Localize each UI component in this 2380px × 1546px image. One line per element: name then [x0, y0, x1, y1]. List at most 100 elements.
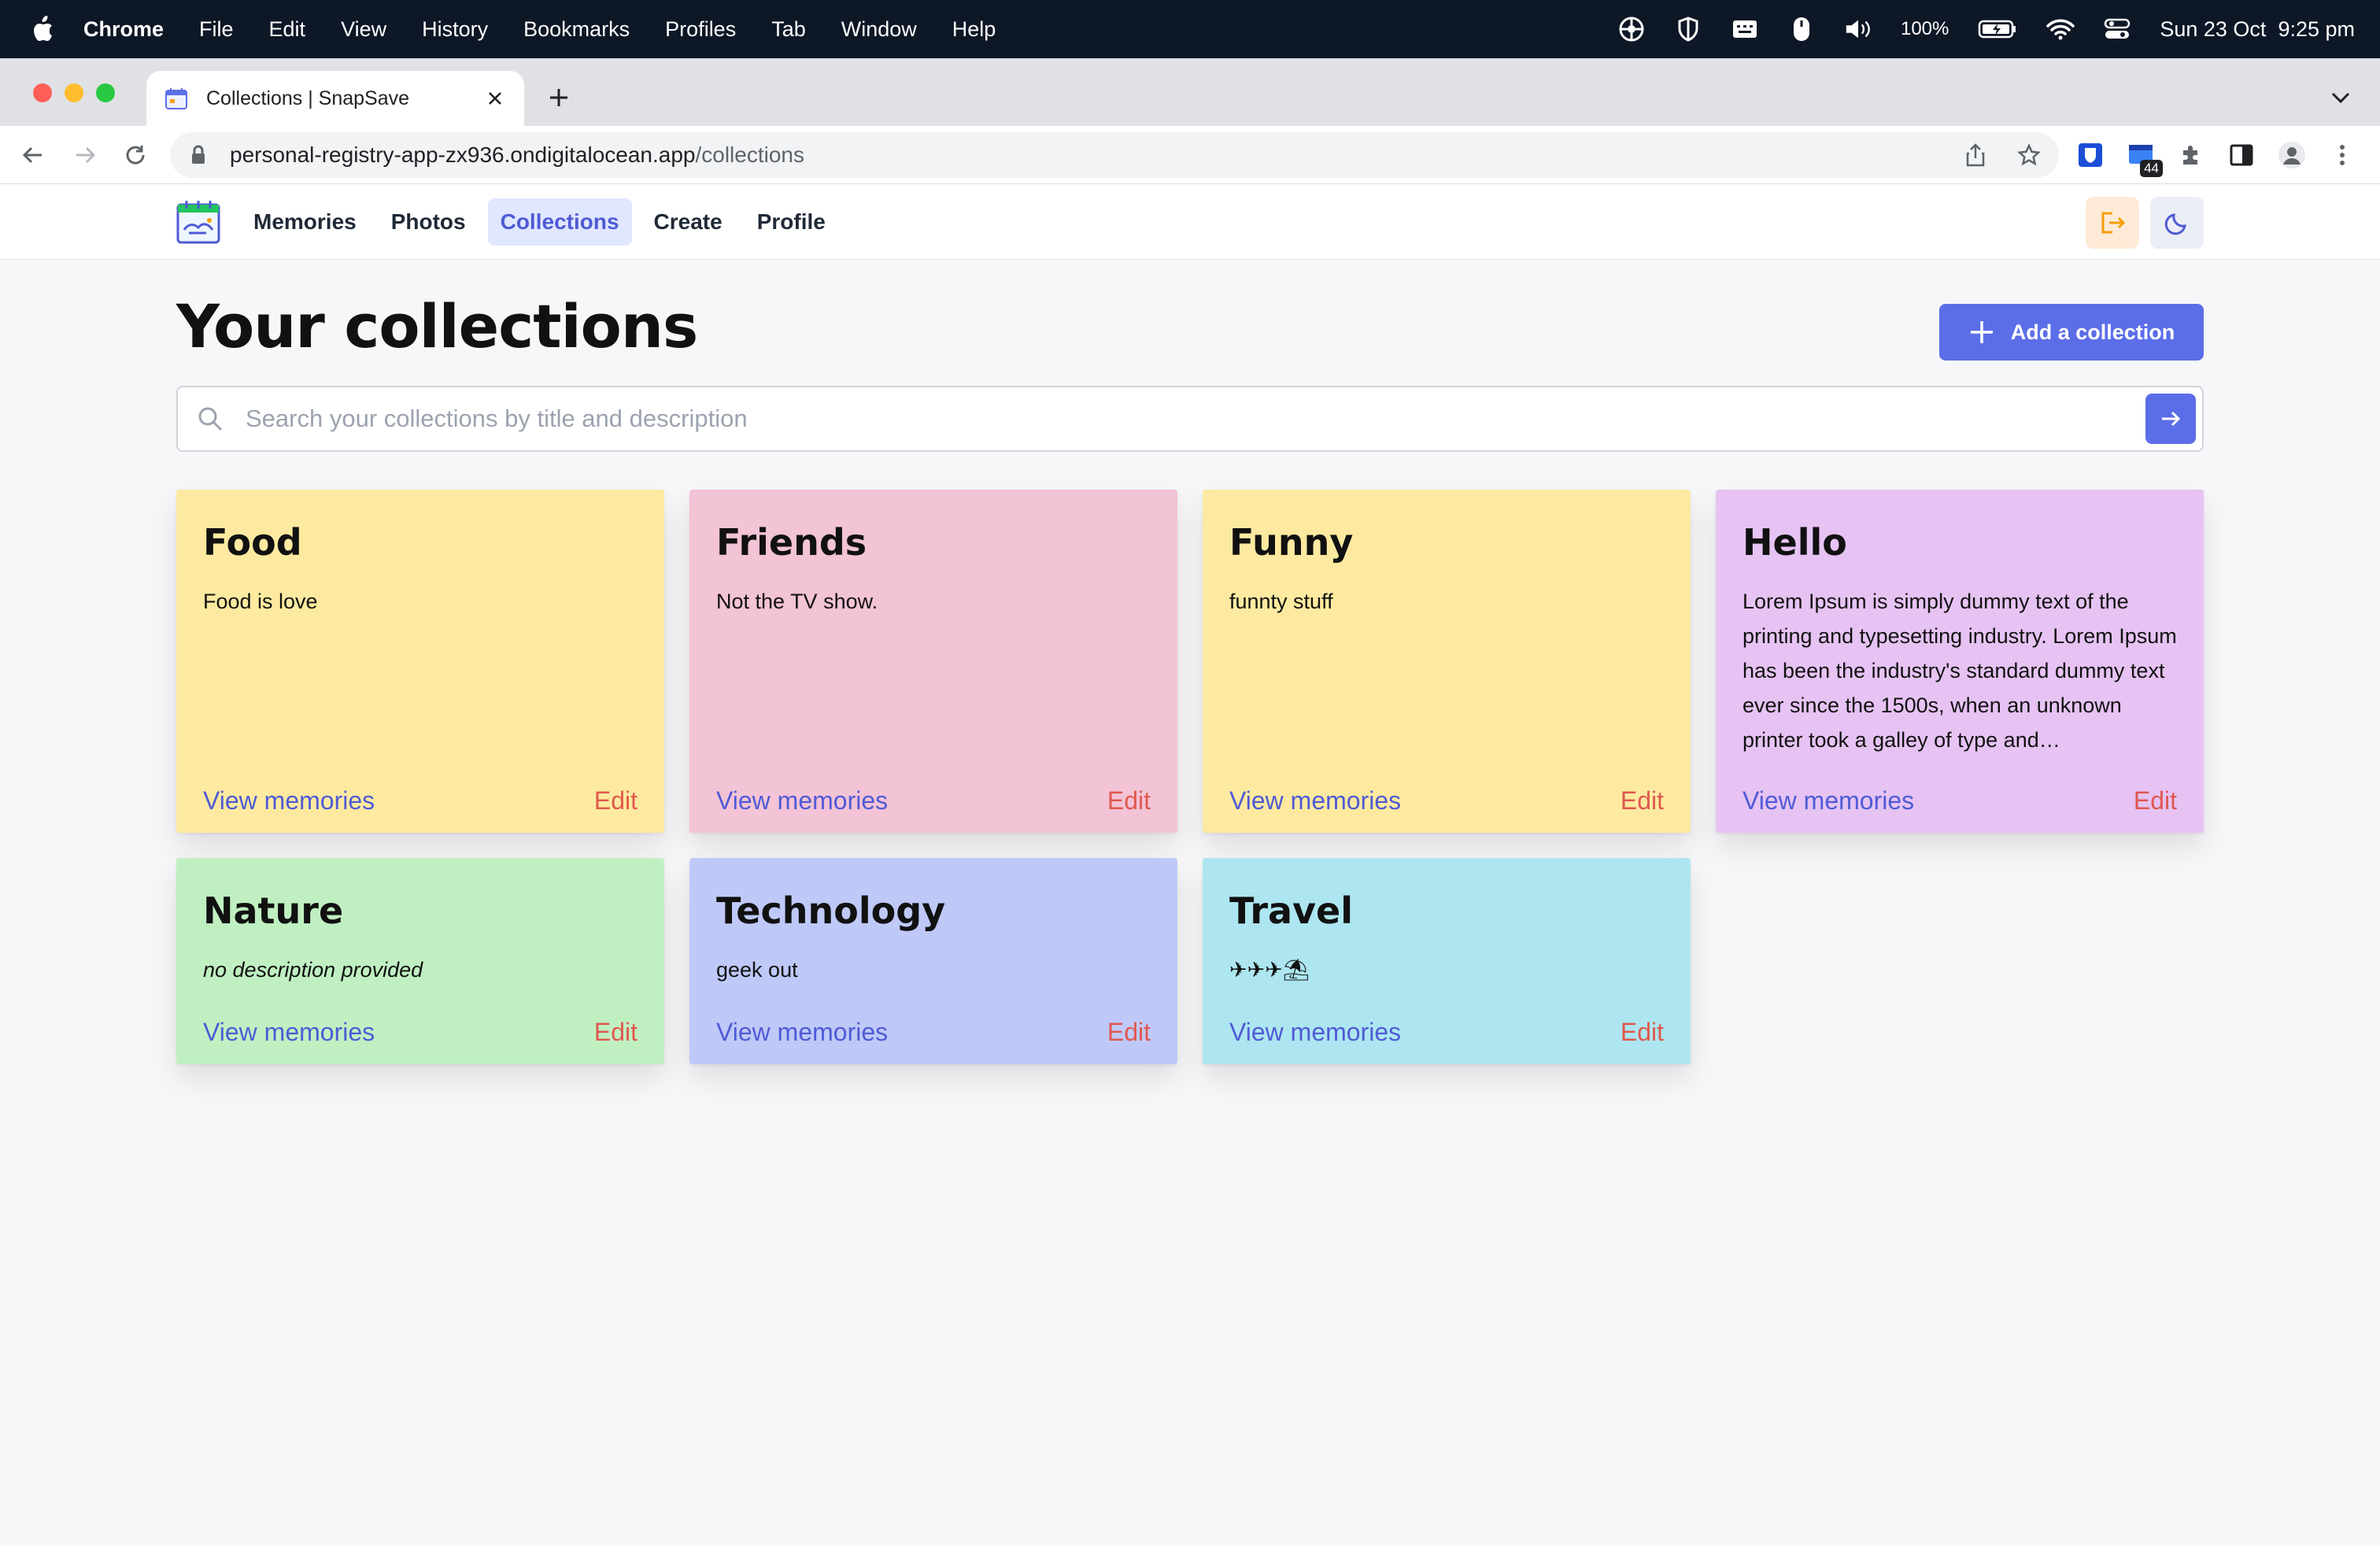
collection-description: geek out: [716, 958, 798, 982]
menu-window[interactable]: Window: [841, 17, 917, 42]
collection-card-friends: Friends Not the TV show. View memories E…: [689, 490, 1177, 833]
tab-search-chevron-icon[interactable]: [2325, 82, 2356, 113]
extension-bitwarden-icon[interactable]: [2073, 138, 2108, 172]
share-icon[interactable]: [1958, 138, 1993, 172]
collection-description: Food is love: [203, 590, 318, 613]
wifi-icon[interactable]: [2046, 15, 2075, 43]
moon-icon: [2164, 213, 2186, 235]
view-memories-link[interactable]: View memories: [716, 786, 888, 816]
mouse-icon[interactable]: [1787, 15, 1816, 43]
logout-icon: [2101, 212, 2126, 234]
nav-profile[interactable]: Profile: [745, 198, 838, 246]
shield-icon[interactable]: [1674, 15, 1702, 43]
add-collection-label: Add a collection: [2010, 320, 2175, 344]
menu-tab[interactable]: Tab: [771, 17, 806, 42]
edit-link[interactable]: Edit: [594, 1018, 638, 1047]
menu-edit[interactable]: Edit: [269, 17, 306, 42]
page-title: Your collections: [176, 291, 698, 361]
view-memories-link[interactable]: View memories: [1743, 786, 1914, 816]
nav-collections[interactable]: Collections: [487, 198, 632, 246]
view-memories-link[interactable]: View memories: [1229, 786, 1401, 816]
menu-file[interactable]: File: [199, 17, 234, 42]
search-icon: [197, 403, 228, 435]
menu-bookmarks[interactable]: Bookmarks: [523, 17, 630, 42]
edit-link[interactable]: Edit: [1107, 1018, 1151, 1047]
chrome-menu-kebab-icon[interactable]: [2325, 138, 2360, 172]
collections-search: [176, 386, 2204, 452]
battery-icon[interactable]: [1977, 15, 2018, 43]
tab-close-icon[interactable]: [483, 87, 507, 110]
lock-icon[interactable]: [190, 144, 213, 166]
collection-card-travel: Travel ✈✈✈⛱ View memories Edit: [1203, 858, 1691, 1064]
battery-percent: 100%: [1900, 18, 1949, 39]
macos-menubar: Chrome File Edit View History Bookmarks …: [0, 0, 2380, 58]
edit-link[interactable]: Edit: [1621, 1018, 1664, 1047]
window-minimize-button[interactable]: [65, 83, 83, 102]
collection-description: funnty stuff: [1229, 590, 1333, 613]
collection-description: Lorem Ipsum is simply dummy text of the …: [1743, 590, 2177, 752]
window-zoom-button[interactable]: [96, 83, 115, 102]
clock[interactable]: Sun 23 Oct 9:25 pm: [2160, 17, 2355, 42]
url-path: /collections: [695, 142, 804, 167]
window-close-button[interactable]: [33, 83, 52, 102]
collection-card-hello: Hello Lorem Ipsum is simply dummy text o…: [1716, 490, 2204, 833]
view-memories-link[interactable]: View memories: [1229, 1018, 1401, 1047]
extension-tab-counter-icon[interactable]: 44: [2123, 138, 2163, 177]
nav-create[interactable]: Create: [641, 198, 735, 246]
collection-description: no description provided: [203, 958, 423, 982]
bookmark-star-icon[interactable]: [2012, 138, 2046, 172]
volume-icon[interactable]: [1844, 15, 1872, 43]
search-submit-button[interactable]: [2145, 394, 2196, 444]
address-bar[interactable]: personal-registry-app-zx936.ondigitaloce…: [170, 132, 2059, 178]
arrow-right-icon: [2162, 411, 2181, 427]
snapsave-logo-icon[interactable]: [175, 198, 222, 246]
browser-toolbar: personal-registry-app-zx936.ondigitaloce…: [0, 126, 2380, 184]
plus-icon: [1970, 321, 1993, 343]
view-memories-link[interactable]: View memories: [716, 1018, 888, 1047]
tab-title: Collections | SnapSave: [206, 87, 410, 109]
edit-link[interactable]: Edit: [2134, 786, 2177, 816]
collection-description: Not the TV show.: [716, 590, 878, 613]
collection-title: Nature: [203, 890, 344, 932]
menu-app-chrome[interactable]: Chrome: [83, 17, 164, 42]
menu-history[interactable]: History: [422, 17, 488, 42]
menu-profiles[interactable]: Profiles: [665, 17, 736, 42]
url-host: personal-registry-app-zx936.ondigitaloce…: [230, 142, 696, 167]
forward-arrow-icon[interactable]: [68, 138, 102, 172]
reload-icon[interactable]: [118, 138, 153, 172]
collection-title: Funny: [1229, 521, 1354, 564]
extensions-puzzle-icon[interactable]: [2174, 138, 2208, 172]
profile-avatar-icon[interactable]: [2275, 138, 2309, 172]
dark-mode-toggle[interactable]: [2150, 197, 2204, 249]
menu-view[interactable]: View: [341, 17, 386, 42]
nav-memories[interactable]: Memories: [241, 198, 369, 246]
collection-title: Technology: [716, 890, 946, 932]
extension-badge: 44: [2140, 160, 2163, 177]
logout-button[interactable]: [2086, 197, 2139, 249]
collection-title: Hello: [1743, 521, 1847, 564]
edit-link[interactable]: Edit: [1621, 786, 1664, 816]
side-panel-icon[interactable]: [2224, 138, 2259, 172]
collection-title: Food: [203, 521, 302, 564]
collection-card-food: Food Food is love View memories Edit: [176, 490, 664, 833]
new-tab-icon[interactable]: [543, 82, 575, 113]
nav-photos[interactable]: Photos: [379, 198, 479, 246]
add-collection-button[interactable]: Add a collection: [1939, 304, 2204, 361]
aperture-icon[interactable]: [1617, 15, 1646, 43]
view-memories-link[interactable]: View memories: [203, 786, 375, 816]
collection-card-nature: Nature no description provided View memo…: [176, 858, 664, 1064]
search-input[interactable]: [246, 405, 2145, 433]
back-arrow-icon[interactable]: [16, 138, 50, 172]
menu-help[interactable]: Help: [952, 17, 996, 42]
collection-card-funny: Funny funnty stuff View memories Edit: [1203, 490, 1691, 833]
calendar-favicon-icon: [164, 86, 189, 111]
apple-icon[interactable]: [28, 15, 57, 43]
collection-title: Friends: [716, 521, 867, 564]
view-memories-link[interactable]: View memories: [203, 1018, 375, 1047]
browser-tab-active[interactable]: Collections | SnapSave: [146, 71, 524, 126]
control-center-icon[interactable]: [2103, 15, 2131, 43]
edit-link[interactable]: Edit: [1107, 786, 1151, 816]
browser-tabstrip: Collections | SnapSave: [0, 58, 2380, 126]
edit-link[interactable]: Edit: [594, 786, 638, 816]
keyboard-icon[interactable]: [1731, 15, 1759, 43]
